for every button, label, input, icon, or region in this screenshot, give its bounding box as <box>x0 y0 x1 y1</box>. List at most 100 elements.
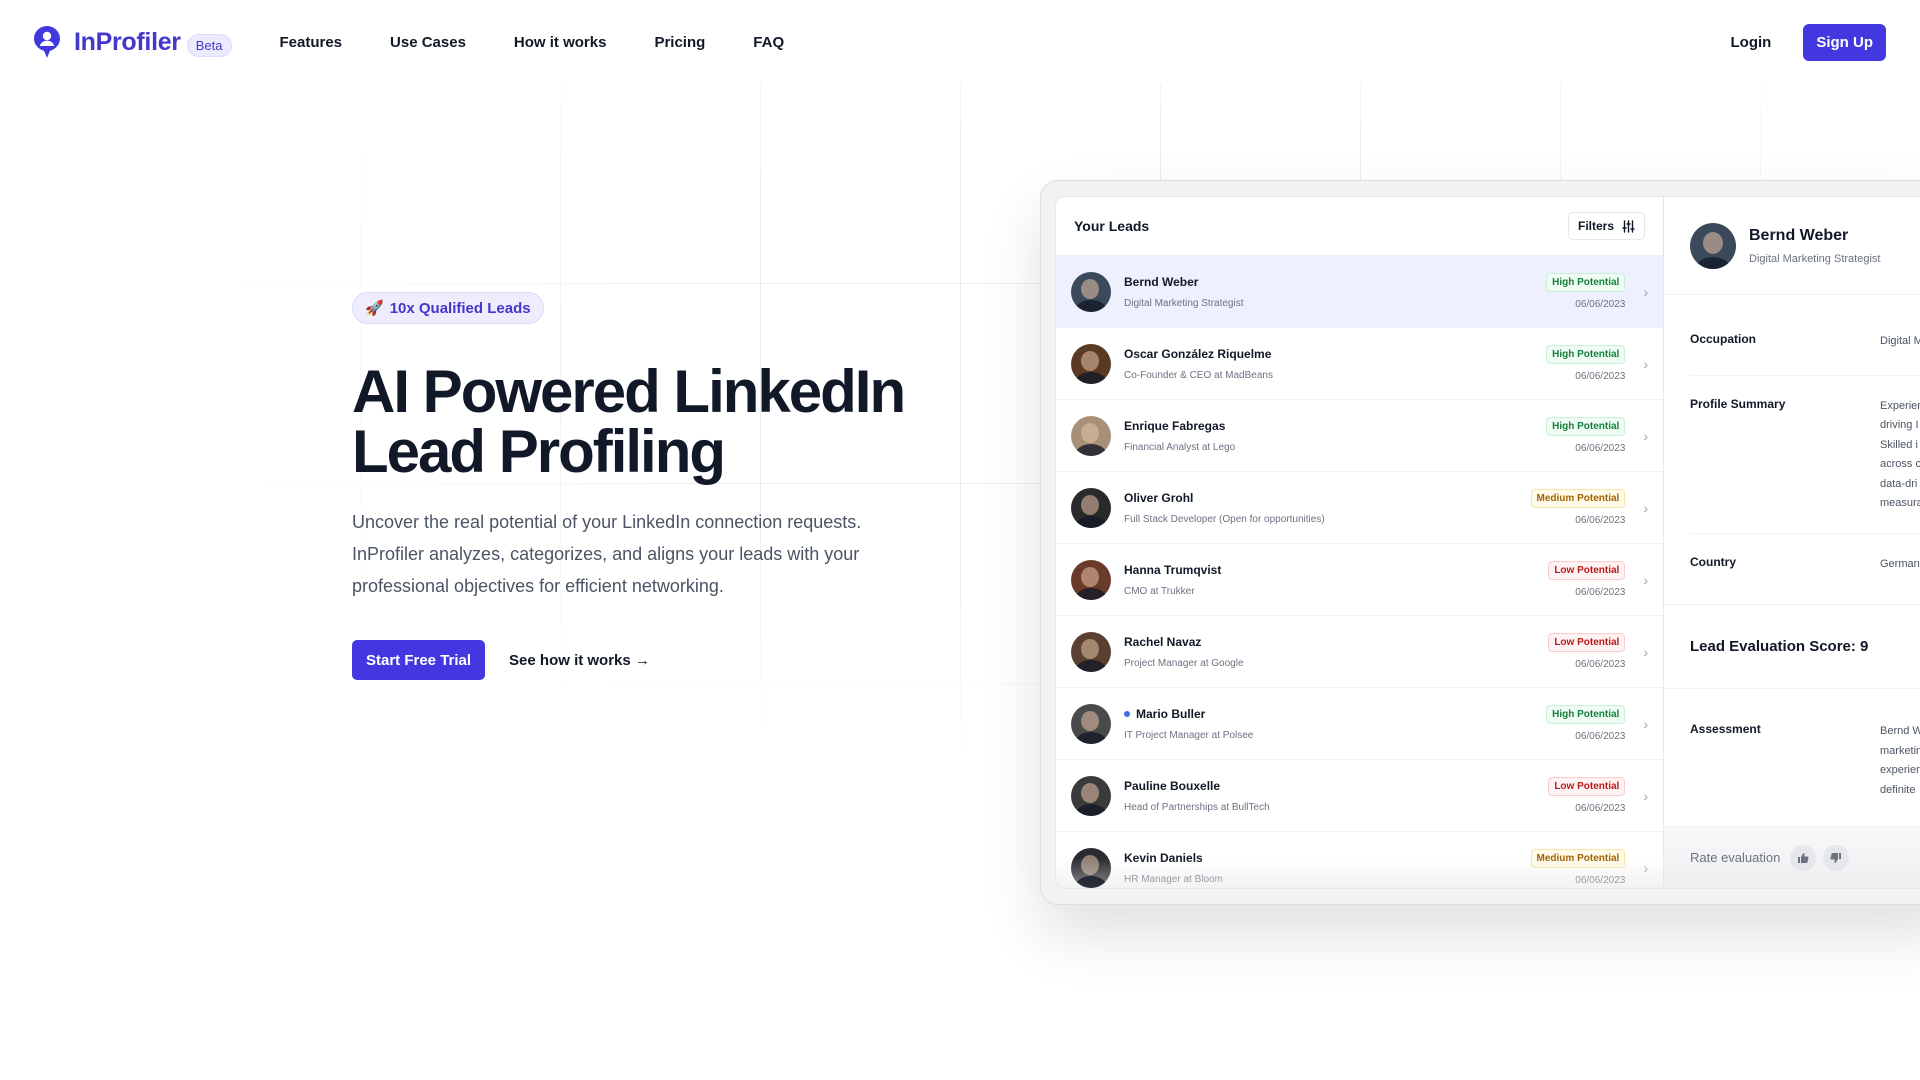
login-link[interactable]: Login <box>1731 34 1772 51</box>
leads-panel: Your Leads Filters Bernd Weber Digital M… <box>1056 197 1664 888</box>
lead-avatar <box>1071 631 1111 672</box>
sign-up-button[interactable]: Sign Up <box>1803 23 1886 61</box>
cta-group: Start Free Trial See how it works → <box>352 640 912 680</box>
lead-name: Oliver Grohl <box>1124 491 1531 505</box>
lead-date: 06/06/2023 <box>1575 587 1626 598</box>
country-row: Country German <box>1664 555 1920 575</box>
lead-avatar <box>1071 415 1111 456</box>
chevron-right-icon: › <box>1643 787 1648 804</box>
see-how-it-works-link[interactable]: See how it works → <box>509 652 650 669</box>
nav-link-features[interactable]: Features <box>280 34 343 51</box>
lead-evaluation-score: Lead Evaluation Score: 9 <box>1690 638 1869 655</box>
start-free-trial-button[interactable]: Start Free Trial <box>352 640 486 680</box>
lead-info: Pauline Bouxelle Head of Partnerships at… <box>1124 779 1548 813</box>
potential-badge: High Potential <box>1546 705 1626 724</box>
lead-row[interactable]: Rachel Navaz Project Manager at Google L… <box>1056 616 1663 688</box>
thumbs-up-icon <box>1798 852 1809 863</box>
lead-list: Bernd Weber Digital Marketing Strategist… <box>1056 256 1663 888</box>
lead-name-text: Enrique Fabregas <box>1124 418 1226 433</box>
hero-description: Uncover the real potential of your Linke… <box>352 512 862 596</box>
potential-badge: High Potential <box>1546 345 1626 364</box>
nav-link-pricing[interactable]: Pricing <box>654 34 705 51</box>
lead-row[interactable]: Enrique Fabregas Financial Analyst at Le… <box>1056 400 1663 472</box>
lead-avatar <box>1071 487 1111 528</box>
thumbs-up-button[interactable] <box>1790 844 1817 871</box>
lead-row[interactable]: Hanna Trumqvist CMO at Trukker Low Poten… <box>1056 544 1663 616</box>
lead-meta: High Potential 06/06/2023 <box>1546 705 1626 742</box>
lead-name: Oscar González Riquelme <box>1124 347 1546 361</box>
nav-link-faq[interactable]: FAQ <box>753 34 784 51</box>
lead-date: 06/06/2023 <box>1575 443 1626 454</box>
lead-avatar <box>1071 703 1111 744</box>
lead-name: Pauline Bouxelle <box>1124 779 1548 793</box>
assessment-line: definite <box>1880 783 1916 796</box>
pill-label: 10x Qualified Leads <box>389 299 531 317</box>
lead-avatar <box>1071 847 1111 888</box>
lead-meta: Low Potential 06/06/2023 <box>1548 633 1626 670</box>
lead-title: Project Manager at Google <box>1124 657 1244 669</box>
assessment-value: Bernd W marketin experien definite <box>1880 722 1920 800</box>
brand-name: InProfiler <box>74 27 181 56</box>
chevron-right-icon: › <box>1643 499 1648 516</box>
summary-line: Experien <box>1880 399 1920 412</box>
filters-button[interactable]: Filters <box>1567 212 1645 240</box>
lead-row[interactable]: Oscar González Riquelme Co-Founder & CEO… <box>1056 328 1663 400</box>
lead-title: Digital Marketing Strategist <box>1124 297 1244 309</box>
lead-row[interactable]: Bernd Weber Digital Marketing Strategist… <box>1056 256 1663 328</box>
detail-title: Digital Marketing Strategist <box>1749 252 1881 265</box>
lead-avatar <box>1071 559 1111 600</box>
profile-summary-label: Profile Summary <box>1690 396 1786 411</box>
potential-badge: High Potential <box>1546 417 1626 436</box>
lead-title: IT Project Manager at Polsee <box>1124 729 1254 741</box>
chevron-right-icon: › <box>1643 283 1648 300</box>
lead-meta: Low Potential 06/06/2023 <box>1548 777 1626 814</box>
lead-row[interactable]: Oliver Grohl Full Stack Developer (Open … <box>1056 472 1663 544</box>
leads-title: Your Leads <box>1074 218 1150 234</box>
nav-links: Features Use Cases How it works Pricing … <box>280 34 833 51</box>
unread-dot-icon <box>1124 710 1130 717</box>
potential-badge: Low Potential <box>1548 777 1626 796</box>
profile-summary-row: Profile Summary Experien driving I Skill… <box>1664 397 1920 514</box>
lead-row[interactable]: Mario Buller IT Project Manager at Polse… <box>1056 688 1663 760</box>
lead-meta: High Potential 06/06/2023 <box>1546 417 1626 454</box>
detail-name: Bernd Weber <box>1749 226 1849 244</box>
lead-avatar <box>1071 343 1111 384</box>
app-preview: Your Leads Filters Bernd Weber Digital M… <box>1055 196 1920 889</box>
lead-date: 06/06/2023 <box>1575 299 1626 310</box>
country-value: German <box>1880 557 1920 570</box>
nav-actions: Login Sign Up <box>1731 23 1886 61</box>
lead-name: Mario Buller <box>1124 707 1546 721</box>
lead-name: Enrique Fabregas <box>1124 419 1546 433</box>
lead-row[interactable]: Pauline Bouxelle Head of Partnerships at… <box>1056 760 1663 832</box>
lead-info: Oliver Grohl Full Stack Developer (Open … <box>1124 491 1531 525</box>
rate-evaluation-label: Rate evaluation <box>1690 850 1781 865</box>
lead-date: 06/06/2023 <box>1575 515 1626 526</box>
detail-avatar <box>1690 222 1736 269</box>
leads-header: Your Leads Filters <box>1056 197 1663 256</box>
lead-meta: Low Potential 06/06/2023 <box>1548 561 1626 598</box>
lead-title: HR Manager at Bloom <box>1124 873 1223 885</box>
divider <box>1690 532 1920 534</box>
lead-name: Hanna Trumqvist <box>1124 563 1548 577</box>
sliders-icon <box>1622 219 1635 233</box>
lead-name-text: Pauline Bouxelle <box>1124 778 1221 793</box>
summary-line: Skilled i <box>1880 438 1918 451</box>
lead-date: 06/06/2023 <box>1575 875 1626 886</box>
lead-name-text: Bernd Weber <box>1124 274 1199 289</box>
lead-row[interactable]: Kevin Daniels HR Manager at Bloom Medium… <box>1056 832 1663 888</box>
hero-section: 🚀 10x Qualified Leads AI Powered LinkedI… <box>352 292 912 680</box>
thumbs-down-button[interactable] <box>1823 844 1850 871</box>
nav-link-use-cases[interactable]: Use Cases <box>390 34 466 51</box>
lead-date: 06/06/2023 <box>1575 371 1626 382</box>
brand[interactable]: InProfiler Beta <box>34 26 232 58</box>
divider <box>1664 688 1920 689</box>
detail-header: Bernd Weber Digital Marketing Strategist <box>1664 197 1920 295</box>
summary-line: measura <box>1880 497 1920 509</box>
potential-badge: Medium Potential <box>1530 849 1626 868</box>
nav-link-how-it-works[interactable]: How it works <box>514 34 607 51</box>
rocket-icon: 🚀 <box>365 300 384 317</box>
chevron-right-icon: › <box>1643 859 1648 876</box>
assessment-line: Bernd W <box>1880 725 1920 737</box>
lead-info: Oscar González Riquelme Co-Founder & CEO… <box>1124 347 1546 381</box>
lead-info: Enrique Fabregas Financial Analyst at Le… <box>1124 419 1546 453</box>
